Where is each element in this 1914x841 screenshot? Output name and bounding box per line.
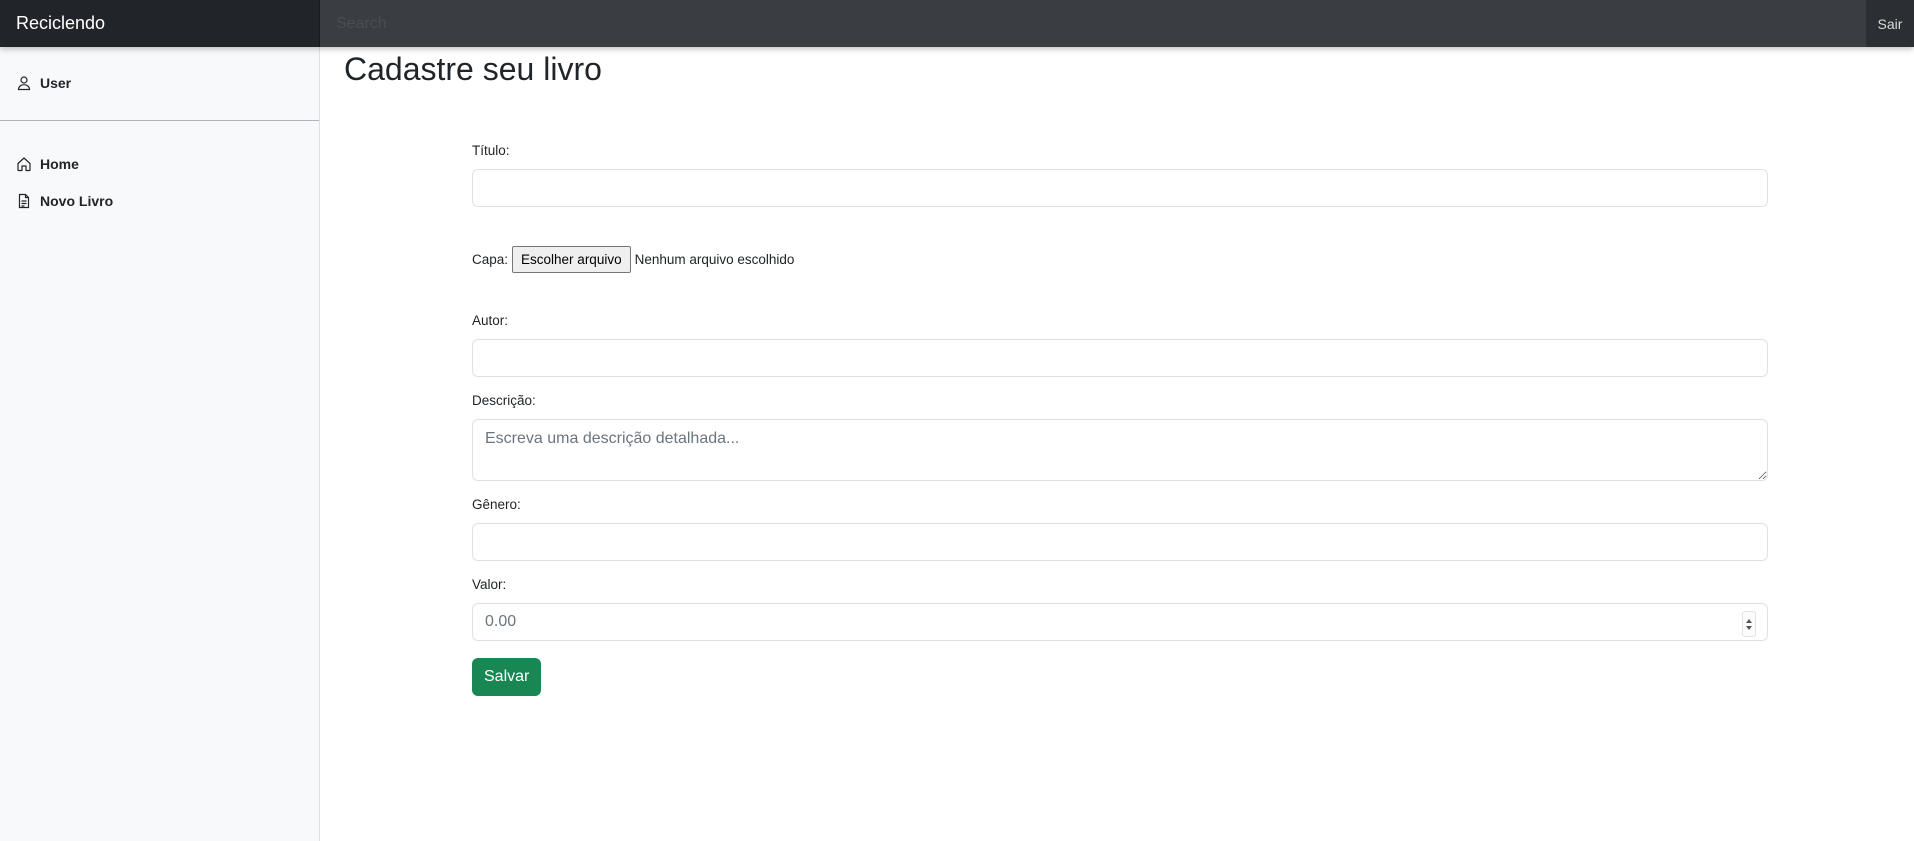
- person-icon: [17, 75, 31, 90]
- valor-stepper[interactable]: [1742, 611, 1756, 637]
- sidebar-item-novo-livro[interactable]: Novo Livro: [0, 182, 319, 219]
- top-navbar: Reciclendo Sair: [0, 0, 1914, 47]
- sidebar-item-user[interactable]: User: [0, 64, 319, 101]
- sidebar-item-label: Novo Livro: [40, 192, 114, 209]
- valor-group: Valor:: [472, 577, 1768, 641]
- capa-label: Capa:: [472, 251, 509, 267]
- titulo-input[interactable]: [472, 169, 1768, 207]
- titulo-label: Título:: [472, 143, 510, 158]
- brand-logo[interactable]: Reciclendo: [0, 0, 320, 47]
- search-input[interactable]: [320, 0, 1866, 47]
- autor-label: Autor:: [472, 313, 509, 328]
- stepper-up-icon[interactable]: [1746, 618, 1752, 623]
- signout-link[interactable]: Sair: [1866, 0, 1914, 47]
- descricao-label: Descrição:: [472, 393, 536, 408]
- valor-label: Valor:: [472, 577, 507, 592]
- autor-group: Autor:: [472, 313, 1768, 377]
- save-button[interactable]: Salvar: [472, 658, 542, 696]
- page-title: Cadastre seu livro: [344, 51, 602, 87]
- capa-group: Capa: Escolher arquivo Nenhum arquivo es…: [472, 245, 1768, 273]
- genero-input[interactable]: [472, 523, 1768, 561]
- stepper-down-icon[interactable]: [1746, 625, 1752, 630]
- descricao-textarea[interactable]: [472, 419, 1768, 481]
- sidebar-item-label: User: [40, 74, 72, 91]
- descricao-group: Descrição:: [472, 393, 1768, 481]
- sidebar-divider: [0, 120, 319, 121]
- sidebar-item-home[interactable]: Home: [0, 145, 319, 182]
- file-icon: [18, 193, 30, 208]
- sidebar: User Home Novo Livro: [0, 47, 320, 841]
- autor-input[interactable]: [472, 339, 1768, 377]
- genero-group: Gênero:: [472, 497, 1768, 561]
- sidebar-item-label: Home: [40, 155, 79, 172]
- genero-label: Gênero:: [472, 497, 521, 512]
- choose-file-button[interactable]: Escolher arquivo: [512, 245, 631, 273]
- book-form: Título: Capa: Escolher arquivo Nenhum ar…: [472, 95, 1768, 696]
- valor-input[interactable]: [472, 603, 1768, 641]
- titulo-group: Título:: [472, 143, 1768, 207]
- main-content: Cadastre seu livro Título: Capa: Escolhe…: [320, 47, 1914, 841]
- file-status: Nenhum arquivo escolhido: [634, 251, 795, 267]
- house-icon: [17, 156, 31, 171]
